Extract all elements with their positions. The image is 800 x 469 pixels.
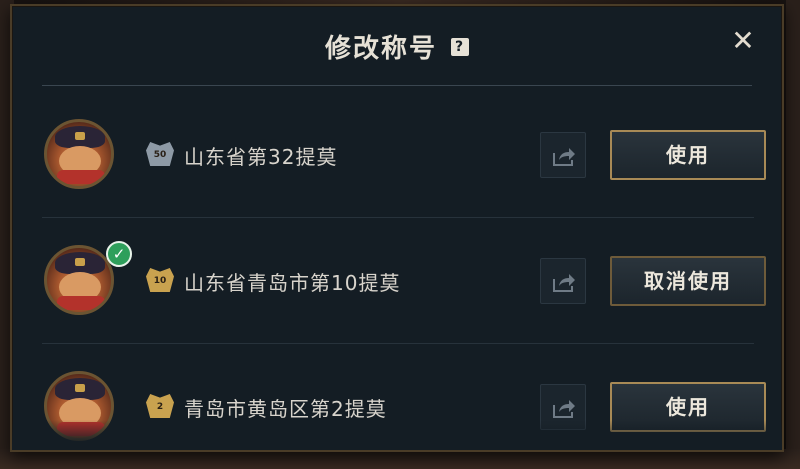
share-icon — [553, 148, 575, 166]
title-label: 山东省第32提莫 — [184, 145, 338, 169]
dialog-header: 修改称号 ? ✕ — [12, 6, 782, 86]
rank-badge-icon: 2 — [146, 394, 174, 418]
share-icon — [553, 274, 575, 292]
background-bottom — [0, 449, 800, 469]
avatar — [44, 245, 114, 315]
scroll-fade — [12, 420, 782, 450]
check-icon: ✓ — [106, 241, 132, 267]
title-label: 青岛市黄岛区第2提莫 — [184, 397, 387, 421]
title-row-2: ✓ 10 山东省青岛市第10提莫 取消使用 — [42, 217, 766, 344]
change-title-dialog: 修改称号 ? ✕ 50 山东省第32提莫 使用 ✓ 10 山东省青岛市第10提莫 — [10, 4, 784, 452]
dialog-title: 修改称号 — [324, 34, 437, 64]
avatar — [44, 119, 114, 189]
cancel-use-button[interactable]: 取消使用 — [610, 256, 766, 306]
use-button[interactable]: 使用 — [610, 130, 766, 180]
help-icon[interactable]: ? — [451, 37, 469, 56]
background-edge-right — [786, 0, 800, 469]
close-icon[interactable]: ✕ — [730, 27, 756, 55]
share-button[interactable] — [540, 258, 586, 304]
rank-badge-icon: 50 — [146, 142, 174, 166]
dialog-title-container: 修改称号 ? — [12, 28, 782, 65]
share-icon — [553, 400, 575, 418]
share-button[interactable] — [540, 132, 586, 178]
header-divider — [42, 85, 752, 86]
title-label: 山东省青岛市第10提莫 — [184, 271, 401, 295]
title-row-1: 50 山东省第32提莫 使用 — [42, 91, 766, 218]
rank-badge-icon: 10 — [146, 268, 174, 292]
